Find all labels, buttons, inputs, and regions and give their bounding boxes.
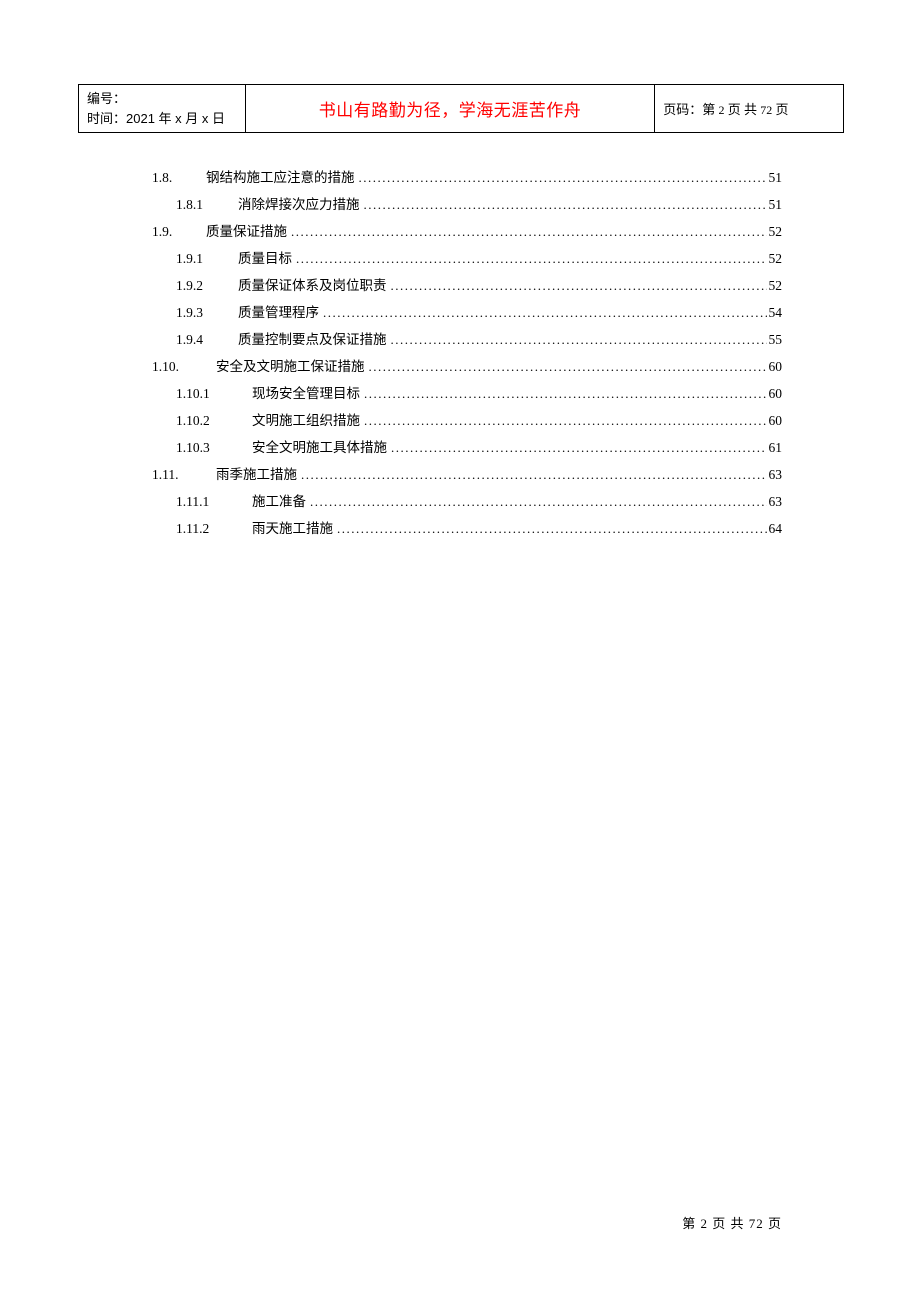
toc-title: 质量管理程序 xyxy=(238,299,319,326)
toc-title: 施工准备 xyxy=(252,488,306,515)
footer-page: 2 xyxy=(700,1216,708,1231)
toc-leader-dots: ........................................… xyxy=(391,273,767,299)
page-label-prefix: 页码：第 xyxy=(663,102,715,117)
toc-entry: 1.10.2文明施工组织措施..........................… xyxy=(152,407,782,434)
toc-entry: 1.9.2质量保证体系及岗位职责........................… xyxy=(152,272,782,299)
toc-leader-dots: ........................................… xyxy=(369,354,767,380)
toc-number: 1.8. xyxy=(152,164,206,191)
toc-page-number: 52 xyxy=(767,218,783,245)
toc-title: 现场安全管理目标 xyxy=(252,380,360,407)
toc-entry: 1.8.钢结构施工应注意的措施.........................… xyxy=(152,164,782,191)
toc-entry: 1.9.质量保证措施..............................… xyxy=(152,218,782,245)
page-label-suffix: 页 xyxy=(776,102,789,117)
toc-number: 1.9.3 xyxy=(176,299,238,326)
toc-page-number: 63 xyxy=(767,461,783,488)
toc-number: 1.11.1 xyxy=(176,488,252,515)
toc-page-number: 63 xyxy=(767,488,783,515)
toc-page-number: 60 xyxy=(767,380,783,407)
toc-title: 雨天施工措施 xyxy=(252,515,333,542)
toc-number: 1.10.2 xyxy=(176,407,252,434)
toc-title: 钢结构施工应注意的措施 xyxy=(206,164,355,191)
toc-leader-dots: ........................................… xyxy=(364,408,767,434)
toc-leader-dots: ........................................… xyxy=(337,516,767,542)
toc-page-number: 52 xyxy=(767,245,783,272)
header-date-label: 时间：2021 年 x 月 x 日 xyxy=(87,109,237,129)
toc-page-number: 54 xyxy=(767,299,783,326)
toc-title: 雨季施工措施 xyxy=(216,461,297,488)
footer-prefix: 第 xyxy=(682,1216,696,1231)
toc-entry: 1.9.1质量目标...............................… xyxy=(152,245,782,272)
toc-title: 文明施工组织措施 xyxy=(252,407,360,434)
toc-page-number: 64 xyxy=(767,515,783,542)
toc-title: 安全及文明施工保证措施 xyxy=(216,353,365,380)
header-code-label: 编号： xyxy=(87,89,237,109)
page-total: 72 xyxy=(760,103,772,117)
footer-total: 72 xyxy=(749,1216,764,1231)
toc-leader-dots: ........................................… xyxy=(364,381,767,407)
page-label-mid: 页 共 xyxy=(728,102,757,117)
toc-page-number: 60 xyxy=(767,353,783,380)
toc-number: 1.10.3 xyxy=(176,434,252,461)
toc-page-number: 55 xyxy=(767,326,783,353)
table-of-contents: 1.8.钢结构施工应注意的措施.........................… xyxy=(152,164,782,542)
toc-leader-dots: ........................................… xyxy=(310,489,767,515)
toc-leader-dots: ........................................… xyxy=(364,192,767,218)
toc-number: 1.9.1 xyxy=(176,245,238,272)
toc-number: 1.9.2 xyxy=(176,272,238,299)
header-table: 编号： 时间：2021 年 x 月 x 日 书山有路勤为径，学海无涯苦作舟 页码… xyxy=(78,84,844,133)
toc-leader-dots: ........................................… xyxy=(391,435,767,461)
toc-page-number: 61 xyxy=(767,434,783,461)
toc-entry: 1.10.安全及文明施工保证措施........................… xyxy=(152,353,782,380)
toc-entry: 1.8.1消除焊接次应力措施..........................… xyxy=(152,191,782,218)
toc-entry: 1.9.3质量管理程序.............................… xyxy=(152,299,782,326)
toc-title: 质量保证体系及岗位职责 xyxy=(238,272,387,299)
toc-leader-dots: ........................................… xyxy=(301,462,767,488)
toc-title: 消除焊接次应力措施 xyxy=(238,191,360,218)
toc-number: 1.10. xyxy=(152,353,216,380)
toc-entry: 1.11.1施工准备..............................… xyxy=(152,488,782,515)
header-left-cell: 编号： 时间：2021 年 x 月 x 日 xyxy=(79,85,246,133)
toc-entry: 1.9.4质量控制要点及保证措施........................… xyxy=(152,326,782,353)
toc-title: 质量目标 xyxy=(238,245,292,272)
page-footer: 第 2 页 共 72 页 xyxy=(682,1213,782,1232)
header-motto: 书山有路勤为径，学海无涯苦作舟 xyxy=(319,101,582,120)
toc-leader-dots: ........................................… xyxy=(291,219,767,245)
toc-number: 1.11.2 xyxy=(176,515,252,542)
toc-entry: 1.10.1现场安全管理目标..........................… xyxy=(152,380,782,407)
toc-number: 1.9.4 xyxy=(176,326,238,353)
toc-leader-dots: ........................................… xyxy=(391,327,767,353)
header-right-cell: 页码：第 2 页 共 72 页 xyxy=(655,85,844,133)
toc-entry: 1.11.2雨天施工措施............................… xyxy=(152,515,782,542)
toc-title: 质量控制要点及保证措施 xyxy=(238,326,387,353)
toc-number: 1.9. xyxy=(152,218,206,245)
header-center-cell: 书山有路勤为径，学海无涯苦作舟 xyxy=(245,85,654,133)
toc-page-number: 52 xyxy=(767,272,783,299)
toc-leader-dots: ........................................… xyxy=(359,165,767,191)
toc-entry: 1.10.3安全文明施工具体措施........................… xyxy=(152,434,782,461)
toc-leader-dots: ........................................… xyxy=(296,246,767,272)
toc-entry: 1.11.雨季施工措施.............................… xyxy=(152,461,782,488)
toc-title: 质量保证措施 xyxy=(206,218,287,245)
toc-title: 安全文明施工具体措施 xyxy=(252,434,387,461)
toc-number: 1.8.1 xyxy=(176,191,238,218)
toc-page-number: 51 xyxy=(767,164,783,191)
toc-number: 1.11. xyxy=(152,461,216,488)
footer-suffix: 页 xyxy=(768,1216,782,1231)
footer-mid: 页 共 xyxy=(712,1216,744,1231)
toc-page-number: 60 xyxy=(767,407,783,434)
toc-number: 1.10.1 xyxy=(176,380,252,407)
toc-leader-dots: ........................................… xyxy=(323,300,767,326)
toc-page-number: 51 xyxy=(767,191,783,218)
page-current: 2 xyxy=(718,103,724,117)
